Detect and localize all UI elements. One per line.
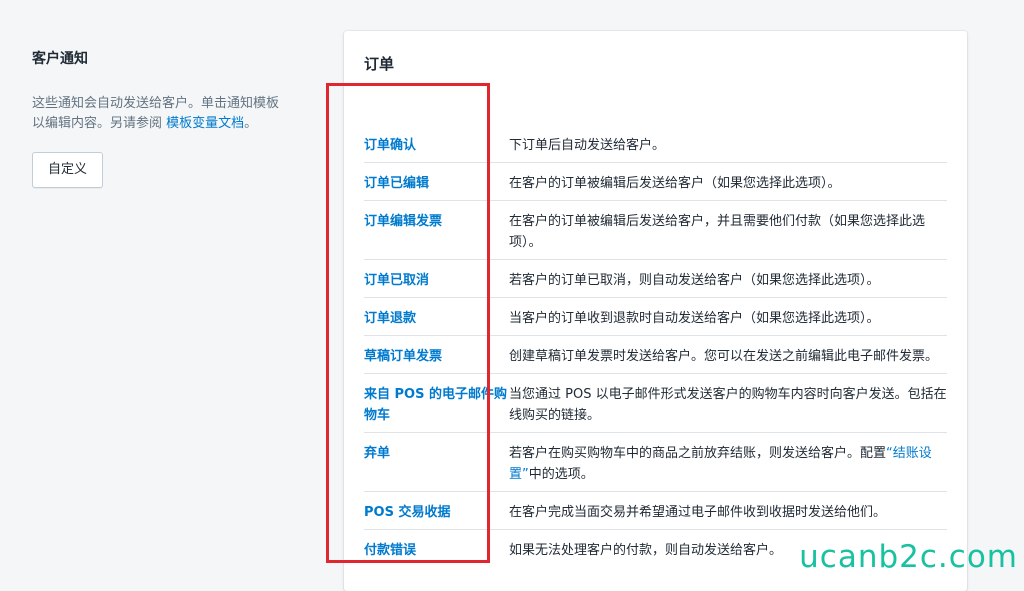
description-suffix: 。 xyxy=(244,116,258,131)
notification-link-pos-receipt[interactable]: POS 交易收据 xyxy=(364,502,509,523)
description-suffix: 中的选项。 xyxy=(528,467,594,482)
notification-row-order-refund: 订单退款 当客户的订单收到退款时自动发送给客户（如果您选择此选项）。 xyxy=(364,298,947,336)
notification-description: 当客户的订单收到退款时自动发送给客户（如果您选择此选项）。 xyxy=(509,311,880,326)
notification-row-pos-email-cart: 来自 POS 的电子邮件购物车 当您通过 POS 以电子邮件形式发送客户的购物车… xyxy=(364,374,947,433)
section-description: 这些通知会自动发送给客户。单击通知模板以编辑内容。另请参阅 模板变量文档。 xyxy=(32,94,282,134)
notification-row-draft-order-invoice: 草稿订单发票 创建草稿订单发票时发送给客户。您可以在发送之前编辑此电子邮件发票。 xyxy=(364,336,947,374)
notification-description: 若客户的订单已取消，则自动发送给客户（如果您选择此选项）。 xyxy=(509,273,880,288)
notification-link-draft-order-invoice[interactable]: 草稿订单发票 xyxy=(364,346,509,367)
notification-description: 在客户完成当面交易并希望通过电子邮件收到收据时发送给他们。 xyxy=(509,505,887,520)
notification-row-abandoned-checkout: 弃单 若客户在购买购物车中的商品之前放弃结账，则发送给客户。配置“结账设置”中的… xyxy=(364,433,947,492)
card-title: 订单 xyxy=(364,55,395,73)
notification-description: 在客户的订单被编辑后发送给客户，并且需要他们付款（如果您选择此选项）。 xyxy=(509,214,926,250)
orders-card: 订单 订单确认 下订单后自动发送给客户。 订单已编辑 在客户的订单被编辑后发送给… xyxy=(344,31,967,591)
notification-link-order-edit-invoice[interactable]: 订单编辑发票 xyxy=(364,211,509,253)
template-variables-docs-link[interactable]: 模板变量文档 xyxy=(166,116,244,131)
notification-row-order-confirmation: 订单确认 下订单后自动发送给客户。 xyxy=(364,125,947,163)
notification-description: 若客户在购买购物车中的商品之前放弃结账，则发送给客户。配置“结账设置”中的选项。 xyxy=(509,443,947,485)
description-text: 若客户在购买购物车中的商品之前放弃结账，则发送给客户。配置 xyxy=(509,446,887,461)
notification-link-order-confirmation[interactable]: 订单确认 xyxy=(364,135,509,156)
notification-link-pos-email-cart[interactable]: 来自 POS 的电子邮件购物车 xyxy=(364,384,509,426)
section-title: 客户通知 xyxy=(32,51,88,67)
notification-description: 当您通过 POS 以电子邮件形式发送客户的购物车内容时向客户发送。包括在线购买的… xyxy=(509,387,947,423)
notification-row-order-edit-invoice: 订单编辑发票 在客户的订单被编辑后发送给客户，并且需要他们付款（如果您选择此选项… xyxy=(364,201,947,260)
notification-row-order-cancelled: 订单已取消 若客户的订单已取消，则自动发送给客户（如果您选择此选项）。 xyxy=(364,260,947,298)
notification-description: 在客户的订单被编辑后发送给客户（如果您选择此选项）。 xyxy=(509,176,841,191)
customer-notifications-section: 客户通知 这些通知会自动发送给客户。单击通知模板以编辑内容。另请参阅 模板变量文… xyxy=(32,48,282,188)
notification-link-order-refund[interactable]: 订单退款 xyxy=(364,308,509,329)
notification-link-order-edited[interactable]: 订单已编辑 xyxy=(364,173,509,194)
notification-link-order-cancelled[interactable]: 订单已取消 xyxy=(364,270,509,291)
customize-button[interactable]: 自定义 xyxy=(32,152,104,188)
notification-link-payment-error[interactable]: 付款错误 xyxy=(364,540,509,561)
notification-list: 订单确认 下订单后自动发送给客户。 订单已编辑 在客户的订单被编辑后发送给客户（… xyxy=(364,125,947,567)
notification-description: 创建草稿订单发票时发送给客户。您可以在发送之前编辑此电子邮件发票。 xyxy=(509,349,939,364)
notification-link-abandoned-checkout[interactable]: 弃单 xyxy=(364,443,509,485)
notification-row-pos-receipt: POS 交易收据 在客户完成当面交易并希望通过电子邮件收到收据时发送给他们。 xyxy=(364,492,947,530)
notification-row-order-edited: 订单已编辑 在客户的订单被编辑后发送给客户（如果您选择此选项）。 xyxy=(364,163,947,201)
watermark: ucanb2c.com xyxy=(799,539,1018,575)
notification-description: 下订单后自动发送给客户。 xyxy=(509,138,666,153)
